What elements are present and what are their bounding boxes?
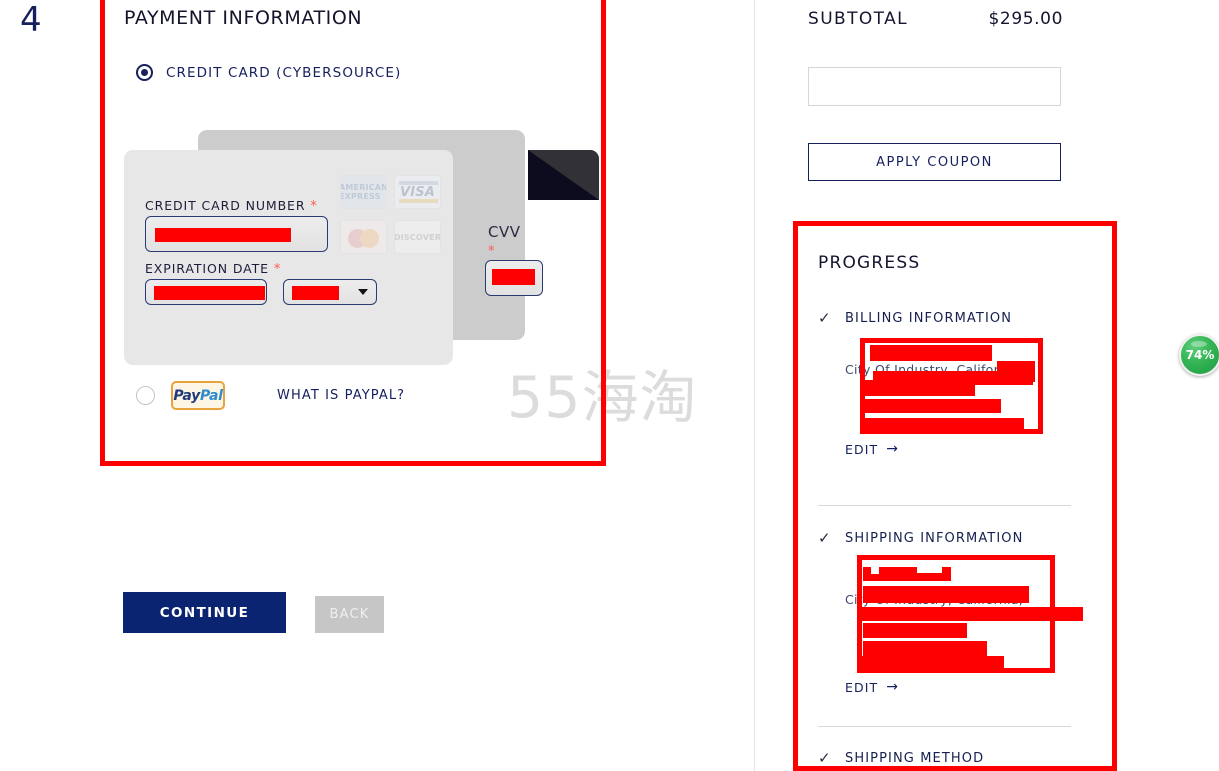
- credit-card-form: AMERICAN EXPRESS VISA DISCOVER CREDIT CA…: [124, 130, 599, 365]
- discover-icon: DISCOVER: [394, 220, 441, 254]
- score-badge[interactable]: 74%: [1179, 334, 1219, 376]
- redaction-overlay: [292, 286, 339, 300]
- coupon-input[interactable]: [808, 67, 1061, 106]
- what-is-paypal-link[interactable]: WHAT IS PAYPAL?: [277, 388, 405, 403]
- amex-icon-text: AMERICAN EXPRESS: [340, 183, 387, 201]
- accepted-card-logos: AMERICAN EXPRESS VISA DISCOVER: [340, 175, 446, 255]
- progress-panel: PROGRESS ✓ BILLING INFORMATION City Of I…: [793, 221, 1117, 771]
- payment-method-paypal[interactable]: Pay Pal WHAT IS PAYPAL?: [136, 381, 405, 410]
- subtotal-label: SUBTOTAL: [808, 9, 909, 29]
- progress-item-header: ✓ BILLING INFORMATION: [818, 309, 1098, 327]
- section-divider: [818, 505, 1071, 506]
- cvv-field-group: CVV *: [480, 200, 551, 325]
- credit-card-front-graphic: AMERICAN EXPRESS VISA DISCOVER CREDIT CA…: [124, 150, 453, 365]
- credit-card-number-label: CREDIT CARD NUMBER *: [145, 198, 318, 214]
- cvv-input[interactable]: [485, 260, 543, 296]
- progress-item-label: SHIPPING METHOD: [845, 750, 985, 766]
- page-title: PAYMENT INFORMATION: [124, 7, 363, 29]
- magnetic-stripe-icon: [528, 150, 599, 200]
- visa-icon: VISA: [394, 175, 441, 209]
- redaction-overlay: [871, 567, 879, 574]
- chevron-down-icon[interactable]: [358, 289, 368, 295]
- edit-billing-label: EDIT: [845, 441, 879, 457]
- credit-card-number-input[interactable]: [145, 216, 328, 252]
- redaction-overlay: [863, 641, 987, 656]
- progress-item-header: ✓ SHIPPING INFORMATION: [818, 529, 1098, 547]
- shipping-address-details: City Of Industry, California,: [845, 555, 1098, 673]
- continue-button[interactable]: CONTINUE: [123, 592, 286, 633]
- progress-title: PROGRESS: [818, 253, 921, 273]
- progress-item-label: BILLING INFORMATION: [845, 310, 1013, 326]
- redaction-overlay: [861, 399, 1001, 413]
- back-button[interactable]: BACK: [315, 596, 384, 633]
- redaction-overlay: [917, 567, 942, 573]
- redaction-overlay: [861, 656, 1004, 672]
- amex-icon: AMERICAN EXPRESS: [340, 175, 387, 209]
- cvv-label: CVV: [488, 223, 521, 241]
- expiration-month-input[interactable]: [145, 279, 267, 305]
- progress-item-shipping-information: ✓ SHIPPING INFORMATION City Of Industry,…: [818, 529, 1098, 696]
- arrow-right-icon: →: [886, 679, 900, 695]
- subtotal-row: SUBTOTAL $295.00: [808, 9, 1063, 29]
- subtotal-value: $295.00: [988, 9, 1063, 29]
- redaction-overlay: [861, 380, 975, 396]
- radio-credit-card-icon[interactable]: [136, 64, 153, 81]
- required-marker: *: [488, 244, 495, 259]
- redaction-overlay: [863, 623, 967, 638]
- check-icon: ✓: [818, 529, 831, 547]
- required-marker: *: [310, 199, 318, 214]
- required-marker: *: [273, 262, 282, 277]
- redaction-overlay: [492, 269, 535, 285]
- section-divider: [818, 726, 1071, 727]
- apply-coupon-button[interactable]: APPLY COUPON: [808, 143, 1061, 181]
- discover-icon-text: DISCOVER: [394, 232, 441, 242]
- paypal-icon-text-pay: Pay: [173, 387, 200, 404]
- arrow-right-icon: →: [886, 441, 900, 457]
- expiration-date-label: EXPIRATION DATE *: [145, 261, 282, 277]
- expiration-year-select[interactable]: [283, 279, 377, 305]
- radio-paypal-icon[interactable]: [136, 386, 155, 405]
- check-icon: ✓: [818, 749, 831, 767]
- mastercard-icon: [340, 220, 387, 254]
- visa-icon-text: VISA: [399, 184, 436, 200]
- watermark: 55海淘: [507, 365, 698, 431]
- order-summary-sidebar: SUBTOTAL $295.00 APPLY COUPON PROGRESS ✓…: [755, 0, 1219, 771]
- redaction-overlay: [863, 586, 1029, 603]
- redaction-overlay: [861, 418, 1024, 434]
- paypal-icon-text-pal: Pal: [199, 387, 223, 404]
- edit-shipping-label: EDIT: [845, 679, 879, 695]
- check-icon: ✓: [818, 309, 831, 327]
- step-number: 4: [20, 0, 42, 40]
- redaction-overlay: [155, 228, 291, 242]
- progress-item-shipping-method: ✓ SHIPPING METHOD: [818, 749, 1098, 767]
- redaction-overlay: [861, 607, 1083, 621]
- edit-shipping-link[interactable]: EDIT →: [845, 679, 899, 695]
- payment-method-credit-card[interactable]: CREDIT CARD (CYBERSOURCE): [136, 64, 401, 81]
- payment-method-credit-card-label: CREDIT CARD (CYBERSOURCE): [166, 64, 402, 81]
- billing-address-details: City Of Industry, California,: [845, 338, 1098, 435]
- redaction-overlay: [870, 345, 992, 361]
- progress-item-label: SHIPPING INFORMATION: [845, 530, 1024, 546]
- progress-item-header: ✓ SHIPPING METHOD: [818, 749, 1098, 767]
- edit-billing-link[interactable]: EDIT →: [845, 441, 899, 457]
- redaction-overlay: [154, 286, 265, 300]
- paypal-icon[interactable]: Pay Pal: [171, 381, 225, 410]
- progress-item-billing-information: ✓ BILLING INFORMATION City Of Industry, …: [818, 309, 1098, 458]
